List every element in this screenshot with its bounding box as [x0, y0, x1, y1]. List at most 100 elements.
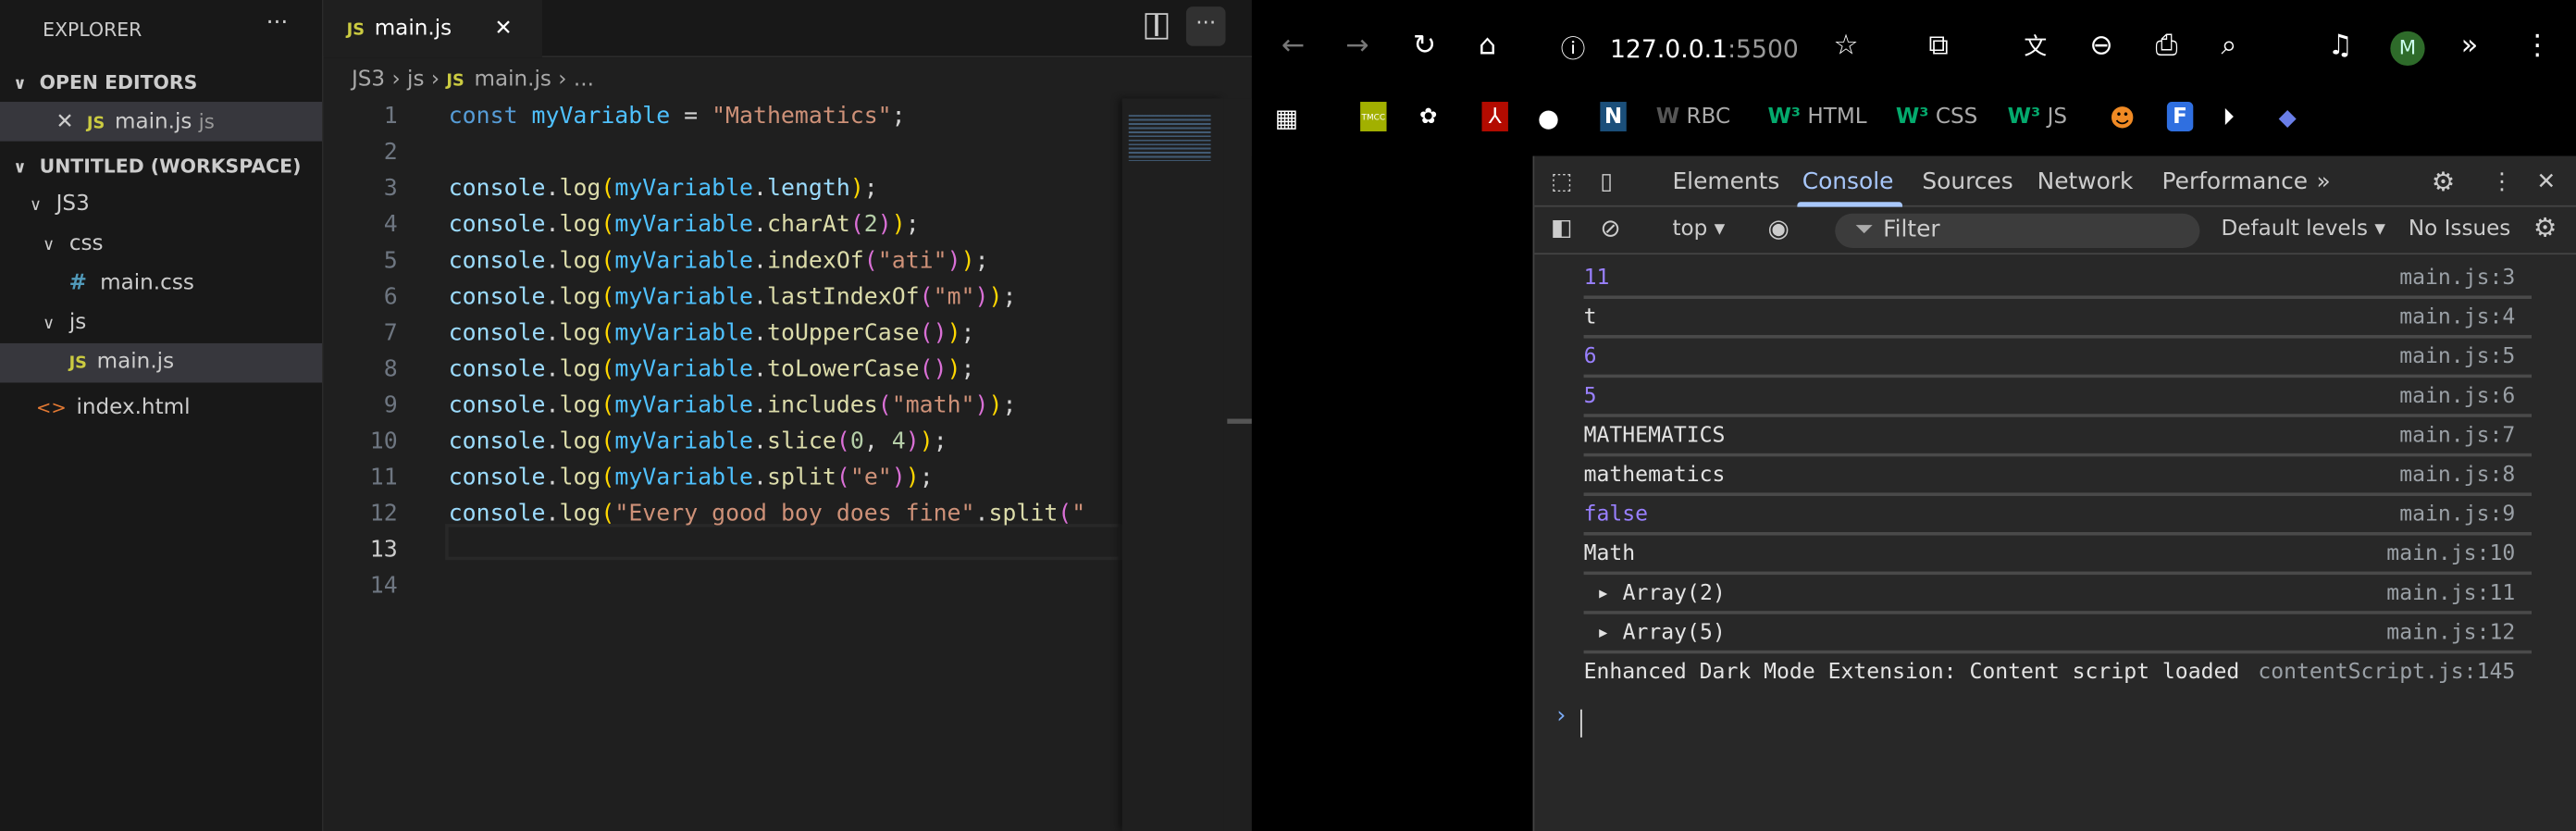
github-icon[interactable]: ●	[1538, 102, 1559, 134]
editor-scrollbar[interactable]	[1223, 98, 1252, 831]
context-selector[interactable]: top ▾	[1672, 217, 1725, 242]
minimap[interactable]	[1121, 98, 1224, 831]
code-token: console	[448, 392, 546, 419]
code-line[interactable]: console.log(myVariable.lastIndexOf("m"))…	[449, 284, 1122, 310]
reload-icon[interactable]: ↻	[1413, 30, 1436, 62]
cat-icon[interactable]: ☻	[2110, 102, 2136, 134]
console-source-link[interactable]: main.js:9	[2399, 496, 2515, 536]
issues-button[interactable]: No Issues	[2409, 217, 2510, 242]
code-line[interactable]: console.log(myVariable.toUpperCase());	[449, 320, 1122, 346]
forward-icon[interactable]: →	[1345, 30, 1368, 62]
kebab-menu-icon[interactable]: ⋮	[2523, 30, 2551, 62]
split-editor-icon[interactable]	[1145, 13, 1169, 40]
bookmark-rbc[interactable]: W RBC	[1656, 102, 1730, 134]
profile-avatar[interactable]: M	[2390, 31, 2425, 66]
close-icon[interactable]: ✕	[56, 110, 73, 135]
translate-icon[interactable]: 文	[2024, 30, 2047, 62]
more-icon[interactable]: ···	[266, 10, 289, 36]
clear-console-icon[interactable]: ⊘	[1600, 214, 1620, 243]
console-source-link[interactable]: main.js:8	[2399, 456, 2515, 496]
print-icon[interactable]: ⎙	[2155, 30, 2177, 62]
code-line[interactable]: console.log(myVariable.toLowerCase());	[449, 356, 1122, 382]
code-line[interactable]: console.log(myVariable.indexOf("ati"));	[449, 248, 1122, 274]
more-actions-icon[interactable]: ···	[1185, 6, 1226, 46]
tree-folder-js3[interactable]: ∨ JS3	[0, 186, 322, 226]
open-editor-main-js[interactable]: ✕ JS main.js js	[0, 102, 322, 142]
code-line[interactable]: console.log(myVariable.split("e"));	[449, 465, 1122, 490]
workspace-section[interactable]: ∨ UNTITLED (WORKSPACE)	[0, 146, 322, 186]
breadcrumb-item[interactable]: ...	[574, 68, 594, 93]
code-line[interactable]: console.log(myVariable.includes("math"))…	[449, 392, 1122, 418]
console-message-text[interactable]: ▸ Array(5)	[1584, 621, 1726, 646]
tab-main-js[interactable]: JS main.js ✕	[323, 0, 542, 58]
code-line[interactable]: console.log(myVariable.charAt(2));	[449, 212, 1122, 238]
zoom-search-icon[interactable]: ⌕	[2221, 30, 2236, 62]
filter-input[interactable]: ⏷ Filter	[1835, 213, 2200, 248]
tab-performance[interactable]: Performance	[2162, 169, 2309, 195]
inspect-element-icon[interactable]: ⬚	[1551, 169, 1572, 195]
tree-file-index-html[interactable]: <> index.html	[0, 390, 322, 429]
bookmark-tmcc[interactable]: TMCC	[1360, 102, 1387, 131]
breadcrumb-item[interactable]: js	[407, 68, 424, 93]
site-info-icon[interactable]: ⓘ	[1561, 31, 1586, 66]
tree-folder-js[interactable]: ∨ js	[0, 304, 322, 343]
tab-elements[interactable]: Elements	[1672, 169, 1779, 195]
code-line[interactable]: console.log(myVariable.length);	[449, 176, 1122, 202]
openai-icon[interactable]: ✿	[1419, 102, 1437, 134]
tab-sources[interactable]: Sources	[1922, 169, 2012, 195]
console-source-link[interactable]: main.js:5	[2399, 339, 2515, 378]
play-icon[interactable]: ⏵	[2223, 102, 2234, 134]
code-token: .	[545, 465, 560, 491]
home-icon[interactable]: ⌂	[1479, 30, 1496, 62]
kebab-menu-icon[interactable]: ⋮	[2491, 169, 2514, 195]
console-source-link[interactable]: main.js:11	[2386, 575, 2515, 614]
console-message-text[interactable]: ▸ Array(2)	[1584, 581, 1726, 606]
code-line[interactable]: console.log(myVariable.slice(0, 4));	[449, 428, 1122, 454]
console-source-link[interactable]: main.js:6	[2399, 378, 2515, 417]
console-settings-icon[interactable]: ⚙	[2533, 212, 2557, 243]
close-icon[interactable]: ✕	[2536, 169, 2556, 195]
console-source-link[interactable]: contentScript.js:145	[2258, 653, 2515, 693]
open-editors-section[interactable]: ∨ OPEN EDITORS	[0, 62, 322, 102]
code-line[interactable]: const myVariable = "Mathematics";	[449, 104, 1122, 130]
extensions-icon[interactable]: ⧉	[1928, 30, 1949, 62]
pdf-icon[interactable]: ⅄	[1481, 102, 1508, 131]
console-source-link[interactable]: main.js:12	[2386, 614, 2515, 654]
console-source-link[interactable]: main.js:10	[2386, 536, 2515, 576]
more-tabs-icon[interactable]: »	[2316, 169, 2330, 195]
apps-icon[interactable]: ▦	[1275, 102, 1298, 134]
address-bar[interactable]: 127.0.0.1:5500	[1610, 34, 1799, 64]
tab-console[interactable]: Console	[1802, 169, 1894, 195]
code-editor[interactable]: JS3 › js › JS main.js › ... 1 const myVari…	[323, 57, 1252, 831]
link-icon[interactable]: ⊖	[2089, 30, 2112, 62]
code-line[interactable]: console.log("Every good boy does fine".s…	[449, 501, 1122, 527]
cube-icon[interactable]: ◆	[2279, 102, 2297, 134]
settings-icon[interactable]: ⚙	[2432, 166, 2455, 197]
bookmark-js[interactable]: W³ JS	[2008, 102, 2067, 134]
tree-folder-css[interactable]: ∨ css	[0, 225, 322, 265]
console-source-link[interactable]: main.js:3	[2399, 259, 2515, 299]
close-icon[interactable]: ✕	[494, 0, 512, 57]
log-levels-dropdown[interactable]: Default levels ▾	[2221, 217, 2385, 242]
tab-network[interactable]: Network	[2037, 169, 2134, 195]
breadcrumb-item[interactable]: main.js	[475, 68, 551, 93]
media-icon[interactable]: ♫	[2328, 30, 2353, 62]
breadcrumb-item[interactable]: JS3	[352, 68, 385, 93]
tree-file-main-js[interactable]: JS main.js	[0, 342, 322, 383]
console-message-text: false	[1583, 502, 1649, 527]
console-prompt[interactable]: ›	[1554, 703, 1568, 729]
code-token: ,	[863, 428, 892, 455]
n-bookmark-icon[interactable]: N	[1600, 102, 1627, 131]
bookmark-star-icon[interactable]: ☆	[1833, 30, 1858, 62]
console-source-link[interactable]: main.js:4	[2399, 299, 2515, 339]
chevrons-right-icon[interactable]: »	[2461, 30, 2478, 62]
console-source-link[interactable]: main.js:7	[2399, 417, 2515, 457]
back-icon[interactable]: ←	[1282, 30, 1305, 62]
f-bookmark-icon[interactable]: F	[2166, 102, 2194, 131]
eye-icon[interactable]: ◉	[1767, 214, 1789, 243]
sidebar-toggle-icon[interactable]: ◧	[1551, 215, 1572, 241]
device-toolbar-icon[interactable]: ▯	[1600, 169, 1613, 195]
tree-file-main-css[interactable]: # main.css	[0, 265, 322, 304]
bookmark-html[interactable]: W³ HTML	[1767, 102, 1866, 134]
bookmark-css[interactable]: W³ CSS	[1896, 102, 1977, 134]
